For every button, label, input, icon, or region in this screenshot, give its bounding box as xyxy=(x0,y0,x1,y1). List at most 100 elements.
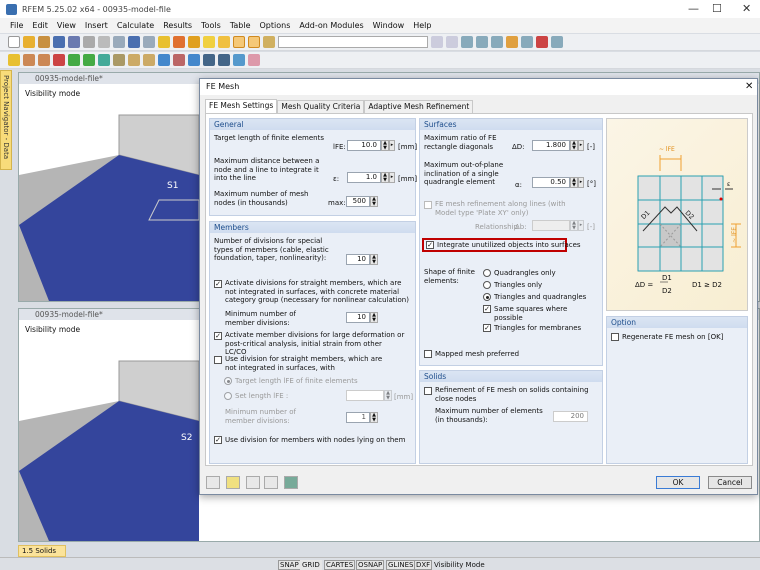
min-divisions2-spinner[interactable]: ▲▼ xyxy=(370,412,378,423)
menu-calculate[interactable]: Calculate xyxy=(117,21,154,30)
menu-results[interactable]: Results xyxy=(163,21,192,30)
min-divisions2-input[interactable]: 1 xyxy=(346,412,370,423)
max-ratio-spinner[interactable]: ▲▼ xyxy=(570,140,578,151)
solid-icon[interactable] xyxy=(98,54,110,66)
save-icon[interactable] xyxy=(68,36,80,48)
special-divisions-spinner[interactable]: ▲▼ xyxy=(370,254,378,265)
nav-prev-icon[interactable] xyxy=(431,36,443,48)
minimize-icon[interactable]: — xyxy=(688,2,699,15)
snap-button[interactable]: SNAP xyxy=(278,560,301,570)
glines-button[interactable]: GLINES xyxy=(386,560,416,570)
dialog-close-icon[interactable]: ✕ xyxy=(745,81,753,92)
max-nodes-input[interactable]: 500 xyxy=(346,196,370,207)
target-length-input[interactable]: 10.0 xyxy=(347,140,381,151)
close-icon[interactable]: ✕ xyxy=(742,2,751,15)
print-preview-icon[interactable] xyxy=(98,36,110,48)
menu-view[interactable]: View xyxy=(57,21,76,30)
osnap-button[interactable]: OSNAP xyxy=(356,560,384,570)
menu-window[interactable]: Window xyxy=(373,21,405,30)
load-case-select[interactable] xyxy=(278,36,428,48)
display-icon[interactable] xyxy=(461,36,473,48)
ok-button[interactable]: OK xyxy=(656,476,700,489)
triangles-only-radio[interactable] xyxy=(483,281,491,289)
preview-icon[interactable] xyxy=(113,36,125,48)
grid-button[interactable]: GRID xyxy=(300,560,322,570)
tab-mesh-quality-criteria[interactable]: Mesh Quality Criteria xyxy=(277,100,364,113)
cancel-button[interactable]: Cancel xyxy=(708,476,752,489)
mapped-mesh-checkbox[interactable] xyxy=(424,350,432,358)
special-divisions-input[interactable]: 10 xyxy=(346,254,370,265)
max-elements-input[interactable]: 200 xyxy=(553,411,588,422)
set-length-spinner[interactable]: ▲▼ xyxy=(384,390,392,401)
new-icon[interactable] xyxy=(8,36,20,48)
menu-options[interactable]: Options xyxy=(260,21,291,30)
triangles-membranes-checkbox[interactable]: ✓ xyxy=(483,324,491,332)
activate-large-checkbox[interactable]: ✓ xyxy=(214,332,222,340)
tab-fe-mesh-settings[interactable]: FE Mesh Settings xyxy=(205,99,277,113)
open-icon[interactable] xyxy=(23,36,35,48)
target-length-arrow[interactable]: ▸ xyxy=(389,140,395,151)
results-icon[interactable] xyxy=(173,36,185,48)
move-icon[interactable] xyxy=(188,54,200,66)
table-icon[interactable] xyxy=(173,54,185,66)
project-navigator-tab[interactable]: Project Navigator - Data xyxy=(0,70,12,170)
triangles-quadrangles-radio[interactable] xyxy=(483,293,491,301)
nodes-lying-checkbox[interactable]: ✓ xyxy=(214,436,222,444)
hinge-icon[interactable] xyxy=(83,54,95,66)
line-icon[interactable] xyxy=(23,54,35,66)
import-icon[interactable] xyxy=(246,476,260,489)
view-icon[interactable] xyxy=(551,36,563,48)
load-case-icon[interactable] xyxy=(263,36,275,48)
default-values-icon[interactable] xyxy=(284,476,298,489)
solids-tab[interactable]: 1.5 Solids xyxy=(18,545,66,557)
max-distance-input[interactable]: 1.0 xyxy=(347,172,381,183)
quadrangles-only-radio[interactable] xyxy=(483,269,491,277)
view-toggle-icon[interactable] xyxy=(233,36,245,48)
max-distance-spinner[interactable]: ▲▼ xyxy=(381,172,389,183)
menu-addon-modules[interactable]: Add-on Modules xyxy=(299,21,363,30)
menu-table[interactable]: Table xyxy=(230,21,251,30)
export-icon[interactable] xyxy=(264,476,278,489)
relationship-arrow[interactable]: ▸ xyxy=(578,220,584,231)
help-icon[interactable] xyxy=(206,476,220,489)
redo-icon[interactable] xyxy=(143,36,155,48)
menu-help[interactable]: Help xyxy=(413,21,431,30)
menu-tools[interactable]: Tools xyxy=(201,21,221,30)
maximize-icon[interactable]: ☐ xyxy=(712,2,722,15)
max-distance-arrow[interactable]: ▸ xyxy=(389,172,395,183)
render-icon[interactable] xyxy=(476,36,488,48)
window-icon[interactable] xyxy=(218,36,230,48)
open-model-icon[interactable] xyxy=(38,36,50,48)
menu-edit[interactable]: Edit xyxy=(32,21,48,30)
max-ratio-input[interactable]: 1.800 xyxy=(532,140,570,151)
view-toggle2-icon[interactable] xyxy=(248,36,260,48)
same-squares-checkbox[interactable]: ✓ xyxy=(483,305,491,313)
cartes-button[interactable]: CARTES xyxy=(324,560,355,570)
node-icon[interactable] xyxy=(8,54,20,66)
target-length-spinner[interactable]: ▲▼ xyxy=(381,140,389,151)
target-icon[interactable] xyxy=(188,36,200,48)
dxf-button[interactable]: DXF xyxy=(414,560,432,570)
delete-icon[interactable] xyxy=(536,36,548,48)
solids-refinement-checkbox[interactable] xyxy=(424,387,432,395)
copy-icon[interactable] xyxy=(203,54,215,66)
menu-insert[interactable]: Insert xyxy=(85,21,108,30)
load-icon[interactable] xyxy=(158,54,170,66)
set-length-input[interactable] xyxy=(346,390,384,401)
section-icon[interactable] xyxy=(491,36,503,48)
member-icon[interactable] xyxy=(38,54,50,66)
axis-icon[interactable] xyxy=(521,36,533,48)
integrate-unutilized-checkbox[interactable]: ✓ xyxy=(426,241,434,249)
max-nodes-spinner[interactable]: ▲▼ xyxy=(370,196,378,207)
print-icon[interactable] xyxy=(83,36,95,48)
save-all-icon[interactable] xyxy=(53,36,65,48)
edit-icon[interactable] xyxy=(226,476,240,489)
target-length-radio[interactable] xyxy=(224,377,232,385)
min-divisions-spinner[interactable]: ▲▼ xyxy=(370,312,378,323)
refinement-lines-checkbox[interactable] xyxy=(424,201,432,209)
max-inclination-input[interactable]: 0.50 xyxy=(532,177,570,188)
guide-icon[interactable] xyxy=(128,54,140,66)
calculate-icon[interactable] xyxy=(158,36,170,48)
max-ratio-arrow[interactable]: ▸ xyxy=(578,140,584,151)
min-divisions-input[interactable]: 10 xyxy=(346,312,370,323)
